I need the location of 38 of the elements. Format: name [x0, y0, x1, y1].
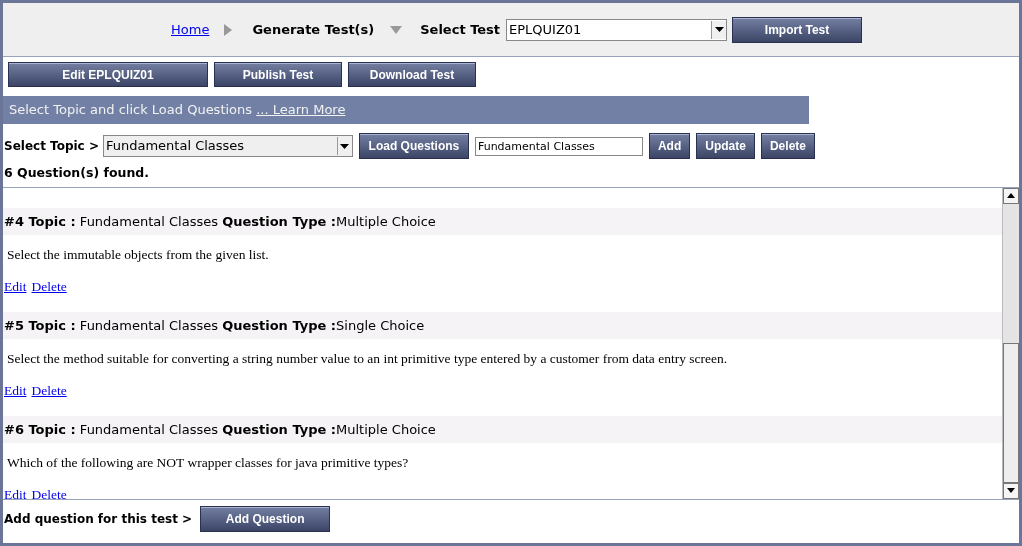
- question-link[interactable]: Delete: [31, 277, 67, 298]
- question-link[interactable]: Edit: [4, 485, 27, 499]
- add-question-button[interactable]: Add Question: [200, 505, 331, 532]
- learn-more-link[interactable]: ... Learn More: [256, 102, 346, 118]
- scroll-thumb[interactable]: [1003, 342, 1019, 483]
- scroll-down-icon[interactable]: [1007, 488, 1015, 494]
- topic-input-field[interactable]: Fundamental Classes: [474, 136, 643, 156]
- info-text: Select Topic and click Load Questions ... Learn More: [9, 101, 346, 120]
- action-button[interactable]: Publish Test: [214, 62, 342, 87]
- select-test-label: Select Test: [420, 20, 501, 39]
- topic-action-button[interactable]: Delete: [760, 133, 815, 159]
- load-questions-button[interactable]: Load Questions: [358, 133, 469, 159]
- question-text: Select the method suitable for converting a string number value to an int primitive type entered by a customer from data entry screen.: [7, 349, 729, 368]
- action-button[interactable]: Edit EPLQUIZ01: [8, 62, 208, 87]
- select-topic-label: Select Topic >: [4, 138, 99, 155]
- topic-dropdown[interactable]: Fundamental Classes: [102, 135, 353, 157]
- action-button[interactable]: Download Test: [348, 62, 476, 87]
- question-heading: #5 Topic : Fundamental Classes Question Type :Single Choice: [4, 316, 425, 335]
- arrow-right-icon: [224, 23, 233, 36]
- question-link[interactable]: Delete: [31, 381, 67, 402]
- question-heading: #4 Topic : Fundamental Classes Question Type :Multiple Choice: [4, 212, 436, 231]
- import-test-button[interactable]: Import Test: [732, 16, 863, 43]
- question-link[interactable]: Edit: [4, 277, 27, 298]
- topic-action-button[interactable]: Update: [696, 133, 755, 159]
- question-heading: #6 Topic : Fundamental Classes Question Type :Multiple Choice: [4, 420, 436, 439]
- scrollbar[interactable]: [1002, 187, 1019, 499]
- arrow-down-icon: [390, 25, 403, 34]
- question-text: Select the immutable objects from the given list.: [7, 245, 270, 264]
- test-dropdown[interactable]: EPLQUIZ01: [506, 18, 728, 41]
- breadcrumb-current: Generate Test(s): [252, 20, 375, 39]
- home-link[interactable]: Home: [171, 19, 210, 40]
- question-link[interactable]: Delete: [31, 485, 67, 499]
- add-question-label: Add question for this test >: [4, 510, 193, 528]
- question-text: Which of the following are NOT wrapper classes for java primitive types?: [7, 453, 410, 472]
- question-link[interactable]: Edit: [4, 381, 27, 402]
- questions-found-text: 6 Question(s) found.: [4, 164, 150, 182]
- scroll-up-icon[interactable]: [1007, 193, 1015, 199]
- topic-action-button[interactable]: Add: [648, 133, 691, 159]
